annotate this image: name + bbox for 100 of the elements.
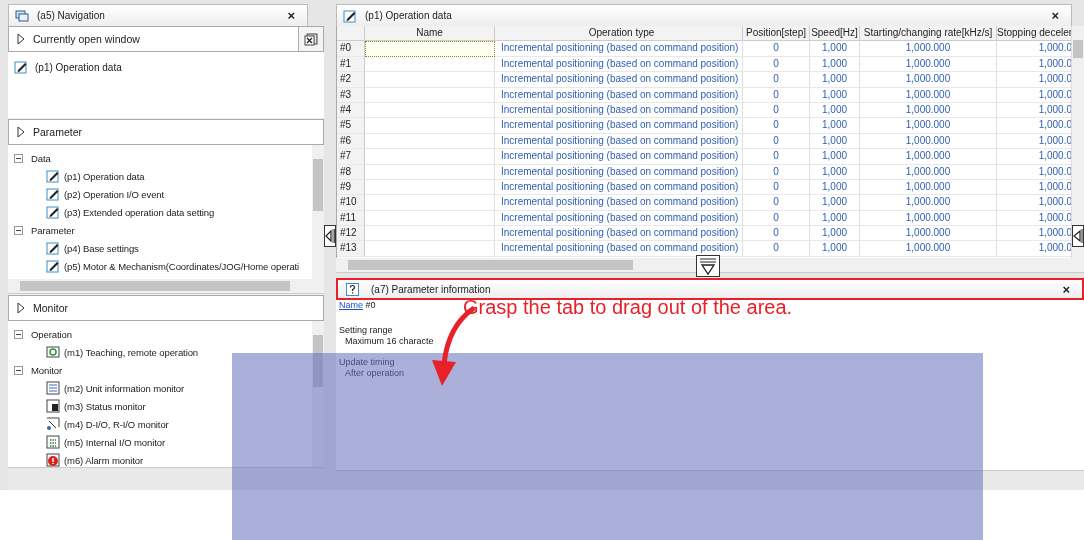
table-cell[interactable]: 0 [743, 72, 810, 88]
collapse-left-handle[interactable] [324, 225, 336, 247]
table-cell[interactable]: 0 [743, 195, 810, 211]
table-cell[interactable]: 1,000.000 [860, 87, 997, 103]
table-cell[interactable]: 1,000 [810, 118, 860, 134]
table-cell[interactable]: 0 [743, 226, 810, 242]
tree-item[interactable]: (m6) Alarm monitor [14, 451, 312, 467]
collapse-icon[interactable] [14, 365, 23, 375]
row-header[interactable]: #13 [337, 241, 365, 257]
table-cell[interactable]: Incremental positioning (based on command position) [495, 210, 743, 227]
table-cell[interactable]: 0 [743, 87, 810, 103]
table-cell[interactable]: Incremental positioning (based on command position) [495, 149, 743, 165]
table-cell[interactable]: 0 [743, 179, 810, 196]
collapse-right-handle[interactable] [1072, 225, 1084, 247]
tree-item[interactable]: (p3) Extended operation data setting [14, 203, 312, 221]
table-cell[interactable]: 0 [743, 210, 810, 227]
row-header[interactable]: #12 [337, 226, 365, 242]
collapse-icon[interactable] [14, 329, 23, 339]
name-link[interactable]: Name [339, 300, 363, 310]
table-cell[interactable]: Incremental positioning (based on command position) [495, 226, 743, 242]
close-button[interactable]: × [1058, 281, 1074, 297]
table-cell[interactable]: 1,000.000 [860, 210, 997, 227]
table-cell[interactable]: 1,000.000 [860, 72, 997, 88]
row-header[interactable]: #2 [337, 72, 365, 88]
table-cell[interactable]: 1,000 [810, 195, 860, 211]
column-header[interactable]: Name [365, 26, 495, 42]
column-header[interactable]: Starting/changing rate[kHz/s] [860, 26, 997, 42]
table-cell[interactable]: 0 [743, 241, 810, 257]
table-cell[interactable]: Incremental positioning (based on command position) [495, 164, 743, 180]
close-button[interactable]: × [283, 8, 299, 23]
table-cell[interactable]: 1,000 [810, 41, 860, 57]
tree-item[interactable]: (m4) D-I/O, R-I/O monitor [14, 415, 312, 433]
tree-item[interactable]: (p1) Operation data [14, 167, 312, 185]
tree-item[interactable]: (p2) Operation I/O event [14, 185, 312, 203]
collapse-down-handle[interactable] [696, 255, 720, 277]
tree-item[interactable]: (m2) Unit information monitor [14, 379, 312, 397]
horizontal-scrollbar[interactable] [8, 279, 324, 294]
table-cell[interactable]: Incremental positioning (based on command position) [495, 118, 743, 134]
table-cell[interactable]: Incremental positioning (based on command position) [495, 133, 743, 150]
tree-group[interactable]: Data [14, 149, 312, 167]
table-cell[interactable]: Incremental positioning (based on command position) [495, 87, 743, 103]
table-cell[interactable]: 0 [743, 56, 810, 73]
operation-data-tab[interactable]: (p1) Operation data × [336, 4, 1072, 26]
close-all-button[interactable] [299, 27, 323, 51]
collapse-icon[interactable] [14, 225, 23, 235]
table-cell[interactable]: 0 [743, 149, 810, 165]
table-cell[interactable]: Incremental positioning (based on command position) [495, 56, 743, 73]
row-header[interactable]: #10 [337, 195, 365, 211]
table-cell[interactable]: 1,000 [810, 87, 860, 103]
table-cell[interactable]: 0 [743, 102, 810, 119]
vertical-scrollbar[interactable] [312, 321, 324, 467]
table-cell[interactable]: 1,000.000 [860, 133, 997, 150]
table-cell[interactable]: 1,000 [810, 226, 860, 242]
navigation-tab[interactable]: (a5) Navigation × [8, 4, 308, 26]
table-cell[interactable]: 1,000 [810, 149, 860, 165]
table-cell[interactable]: 1,000.000 [860, 164, 997, 180]
table-cell[interactable]: 0 [743, 133, 810, 150]
tree-group[interactable]: Operation [14, 325, 312, 343]
close-button[interactable]: × [1047, 8, 1063, 23]
tree-item[interactable]: (m1) Teaching, remote operation [14, 343, 312, 361]
table-cell[interactable]: 1,000.000 [860, 149, 997, 165]
table-cell[interactable]: 1,000 [810, 133, 860, 150]
table-cell[interactable]: 1,000 [810, 164, 860, 180]
table-cell[interactable]: 0 [743, 164, 810, 180]
row-header[interactable]: #7 [337, 149, 365, 165]
table-cell[interactable]: 1,000.000 [860, 118, 997, 134]
row-header[interactable]: #5 [337, 118, 365, 134]
table-cell[interactable]: Incremental positioning (based on command position) [495, 102, 743, 119]
table-cell[interactable]: 1,000 [810, 102, 860, 119]
table-cell[interactable]: 1,000.000 [860, 179, 997, 196]
vertical-scrollbar[interactable] [312, 145, 324, 279]
table-cell[interactable]: 1,000 [810, 72, 860, 88]
tree-item[interactable]: (p4) Base settings [14, 239, 312, 257]
table-cell[interactable]: 0 [743, 41, 810, 57]
column-header[interactable]: Speed[Hz] [810, 26, 860, 42]
tree-group[interactable]: Monitor [14, 361, 312, 379]
table-cell[interactable]: 1,000.000 [860, 241, 997, 257]
column-header[interactable]: Operation type [495, 26, 743, 42]
collapse-icon[interactable] [14, 153, 23, 163]
parameter-information-tab[interactable]: (a7) Parameter information × [336, 278, 1084, 300]
table-cell[interactable]: Incremental positioning (based on command position) [495, 41, 743, 57]
column-header[interactable]: Stopping deceler [997, 26, 1071, 42]
table-cell[interactable]: 1,000 [810, 241, 860, 257]
table-cell[interactable]: 1,000 [810, 179, 860, 196]
row-header[interactable]: #0 [337, 41, 365, 57]
table-cell[interactable]: 1,000.000 [860, 56, 997, 73]
horizontal-scrollbar[interactable] [336, 258, 1084, 273]
vertical-scrollbar[interactable] [1071, 26, 1084, 258]
tree-item[interactable]: (m3) Status monitor [14, 397, 312, 415]
tree-item[interactable]: (m5) Internal I/O monitor [14, 433, 312, 451]
table-cell[interactable]: 1,000.000 [860, 102, 997, 119]
table-cell[interactable]: 1,000.000 [860, 226, 997, 242]
tree-group[interactable]: Parameter [14, 221, 312, 239]
column-header[interactable]: Position[step] [743, 26, 810, 42]
table-cell[interactable]: 1,000 [810, 56, 860, 73]
table-cell[interactable]: 1,000.000 [860, 41, 997, 57]
table-cell[interactable] [365, 41, 495, 57]
table-cell[interactable]: 1,000.000 [860, 195, 997, 211]
table-cell[interactable]: Incremental positioning (based on command position) [495, 179, 743, 196]
section-header[interactable]: Monitor [8, 295, 324, 321]
